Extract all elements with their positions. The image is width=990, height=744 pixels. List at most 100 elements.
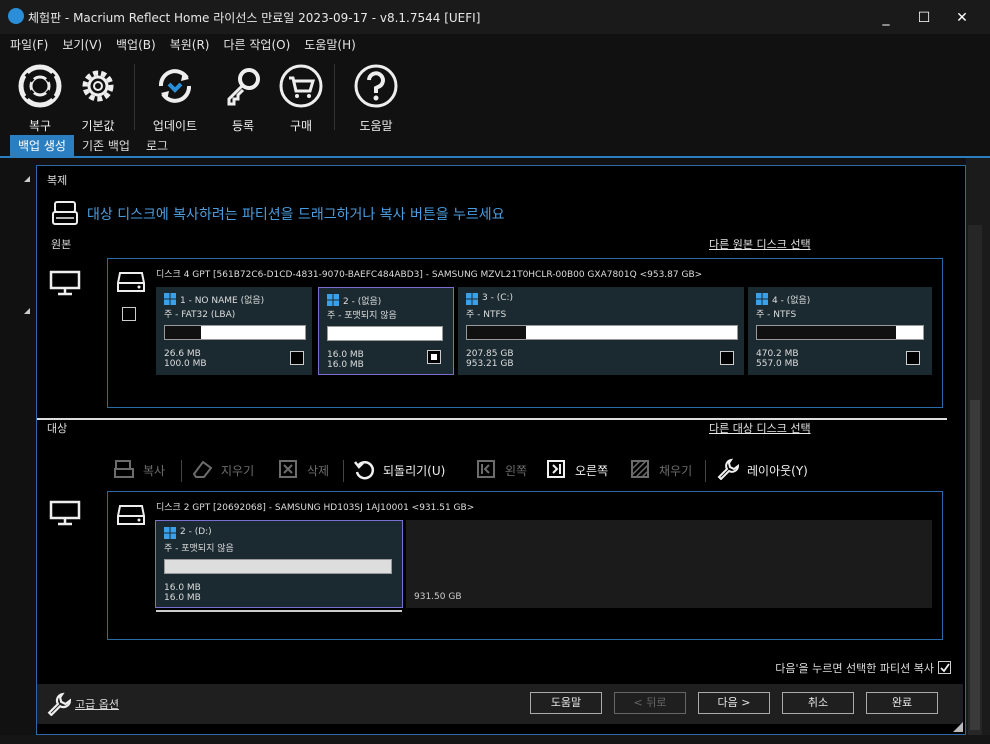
partition-total: 953.21 GB [466,359,514,369]
buy-button[interactable]: 구매 [271,60,331,134]
register-button[interactable]: 등록 [213,60,273,134]
copy-on-next-label: 다음'을 누르면 선택한 파티션 복사 [775,662,934,675]
undo-icon [354,461,375,480]
source-partition-1[interactable]: 1 - NO NAME (없음) 주 - FAT32 (LBA) 26.6 MB… [156,287,312,375]
computer-icon [49,500,81,526]
update-label: 업데이트 [152,119,198,133]
help-button[interactable]: 도움말 [530,692,602,714]
partition-usage-bar [466,325,738,340]
partition-total: 100.0 MB [164,359,207,369]
source-disk-header: 디스크 4 GPT [561B72C6-D1CD-4831-9070-BAEFC… [156,270,703,280]
dialog-footer: 고급 옵션 도움말 < 뒤로 다음 > 취소 완료 [37,684,963,724]
source-partition-4[interactable]: 4 - (없음) 주 - NTFS 470.2 MB 557.0 MB [748,287,932,375]
cancel-button[interactable]: 취소 [782,692,854,714]
help-toolbar-label: 도움말 [359,119,393,133]
restore-label: 복구 [28,119,52,133]
fill-pattern-icon [631,460,649,478]
windows-logo-icon [327,294,339,306]
windows-logo-icon [756,293,768,305]
close-button[interactable]: ✕ [952,10,972,26]
layout-label: 레이아웃(Y) [747,464,808,478]
next-button[interactable]: 다음 > [698,692,770,714]
toolbar-separator [134,64,135,130]
partition-usage-bar [164,325,306,340]
collapse-arrow-icon[interactable] [18,308,30,314]
wrench-icon [47,692,71,716]
target-partition[interactable]: 2 - (D:) 주 - 포맷되지 않음 16.0 MB 16.0 MB [155,520,403,608]
partition-checkbox[interactable] [427,350,441,364]
tab-existing-backups[interactable]: 기존 백업 [74,135,138,156]
source-partition-2[interactable]: 2 - (없음) 주 - 포맷되지 않음 16.0 MB 16.0 MB [318,287,454,375]
maximize-button[interactable]: ☐ [914,10,934,26]
target-label: 대상 [47,422,68,435]
partition-type: 주 - NTFS [756,310,797,320]
menu-bar: 파일(F) 보기(V) 백업(B) 복원(R) 다른 작업(O) 도움말(H) [10,36,370,54]
copy-on-next-option[interactable]: 다음'을 누르면 선택한 파티션 복사 [775,660,951,676]
menu-other-tasks[interactable]: 다른 작업(O) [224,36,291,54]
delete-label: 삭제 [307,464,330,478]
lifebuoy-icon [18,64,62,108]
partition-used: 26.6 MB [164,349,201,359]
app-logo-icon [8,8,24,24]
partition-checkbox[interactable] [720,351,734,365]
windows-logo-icon [164,527,176,539]
unallocated-space[interactable]: 931.50 GB [406,520,932,608]
register-label: 등록 [231,119,255,133]
move-left-label: 왼쪽 [505,464,528,478]
partition-usage-bar [164,559,392,574]
partition-name: 3 - (C:) [482,293,514,303]
partition-usage-bar [327,326,443,341]
menu-view[interactable]: 보기(V) [62,36,102,54]
partition-type: 주 - NTFS [466,310,507,320]
tab-log[interactable]: 로그 [138,135,176,156]
defaults-button[interactable]: 기본값 [68,60,128,134]
usage-fill [467,326,527,339]
resize-grip-icon[interactable] [953,722,963,732]
help-toolbar-button[interactable]: 도움말 [346,60,406,134]
scrollbar-thumb[interactable] [970,400,980,730]
restore-button[interactable]: 복구 [10,60,70,134]
vertical-scrollbar[interactable] [968,225,982,735]
partition-type: 주 - FAT32 (LBA) [164,310,236,320]
partition-used: 16.0 MB [327,350,364,360]
undo-label: 되돌리기(U) [383,464,446,478]
tab-create-backup[interactable]: 백업 생성 [10,135,74,156]
partition-used: 207.85 GB [466,349,514,359]
wrench-icon [717,458,739,480]
menu-restore[interactable]: 복원(R) [170,36,210,54]
partition-type: 주 - 포맷되지 않음 [327,311,397,321]
advanced-options-label: 고급 옵션 [75,698,119,711]
copy-on-next-checkbox[interactable] [938,661,951,674]
toolbar-separator [334,64,335,130]
source-partition-3[interactable]: 3 - (C:) 주 - NTFS 207.85 GB 953.21 GB [458,287,744,375]
menu-help[interactable]: 도움말(H) [304,36,356,54]
back-button[interactable]: < 뒤로 [614,692,686,714]
partition-checkbox[interactable] [290,351,304,365]
usage-fill [165,326,202,339]
finish-button[interactable]: 완료 [866,692,938,714]
partition-type: 주 - 포맷되지 않음 [164,544,234,554]
hard-drive-icon [117,505,145,525]
menu-backup[interactable]: 백업(B) [116,36,156,54]
select-target-disk-link[interactable]: 다른 대상 디스크 선택 [709,420,811,436]
target-disk-panel: 디스크 2 GPT [20692068] - SAMSUNG HD103SJ 1… [107,491,943,640]
checkmark-icon [940,663,950,673]
update-button[interactable]: 업데이트 [145,60,205,134]
source-label: 원본 [51,238,72,251]
tab-bar: 백업 생성 기존 백업 로그 [10,135,176,156]
unallocated-size: 931.50 GB [414,592,462,602]
partition-checkbox[interactable] [906,351,920,365]
align-left-icon [477,460,495,478]
eraser-icon [192,460,213,478]
question-icon [354,64,398,108]
target-disk-header: 디스크 2 GPT [20692068] - SAMSUNG HD103SJ 1… [156,503,475,513]
menu-file[interactable]: 파일(F) [10,36,48,54]
collapse-arrow-icon[interactable] [18,176,30,182]
source-disk-checkbox[interactable] [122,307,136,321]
select-source-disk-link[interactable]: 다른 원본 디스크 선택 [709,236,811,252]
key-icon [227,68,260,106]
source-disk-panel: 디스크 4 GPT [561B72C6-D1CD-4831-9070-BAEFC… [107,258,943,408]
partition-total: 557.0 MB [756,359,799,369]
computer-icon [49,270,81,296]
minimize-button[interactable]: _ [876,10,896,26]
